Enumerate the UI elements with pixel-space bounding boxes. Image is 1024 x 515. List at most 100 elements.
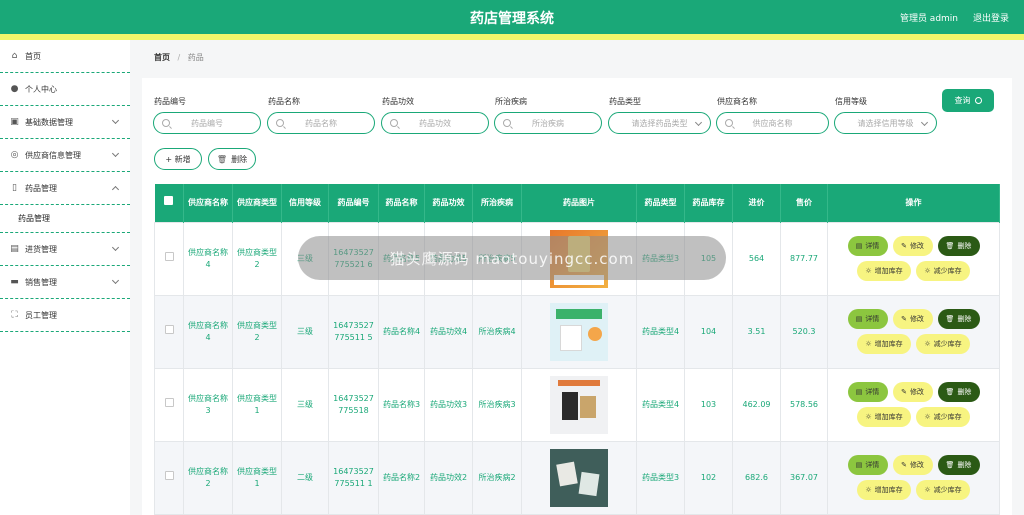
drug-image	[550, 448, 608, 507]
row-actions: ▤ 详情 ✎ 修改 🗑 删除 ☼ 增加库存 ☼ 减少库存	[844, 382, 984, 427]
detail-button[interactable]: ▤ 详情	[847, 236, 888, 256]
sidebar-item-label: 个人中心	[25, 84, 57, 94]
sidebar-item-base-data[interactable]: ▣ 基础数据管理	[0, 106, 130, 139]
add-button[interactable]: + 新增	[154, 148, 202, 170]
delete-button[interactable]: 🗑 删除	[937, 382, 980, 402]
breadcrumb-separator: /	[177, 53, 181, 62]
header-accent-strip	[0, 34, 1024, 40]
cell-supplier: 供应商名称3	[183, 367, 233, 442]
sidebar-item-home[interactable]: ⌂ 首页	[0, 40, 130, 73]
sidebar: ⌂ 首页 ● 个人中心 ▣ 基础数据管理 ◎ 供应商信息管理 ▯ 药品管理 药品…	[0, 40, 130, 515]
decrease-stock-button[interactable]: ☼ 减少库存	[916, 334, 970, 354]
detail-label: 详情	[865, 242, 880, 250]
filter-input-effect[interactable]: 药品功效	[381, 112, 489, 134]
cell-in-price: 462.09	[732, 367, 781, 442]
filter-label-supplier: 供应商名称	[717, 97, 757, 106]
cell-effect: 药品功效2	[424, 440, 473, 515]
sidebar-item-profile[interactable]: ● 个人中心	[0, 73, 130, 106]
header-cell: 药品功效	[424, 184, 473, 222]
query-button[interactable]: 查询	[942, 89, 994, 112]
sidebar-item-staff[interactable]: ⛶ 员工管理	[0, 299, 130, 332]
increase-stock-button[interactable]: ☼ 增加库存	[857, 407, 911, 427]
cell-effect: 药品功效4	[424, 294, 473, 369]
breadcrumb-home[interactable]: 首页	[154, 53, 170, 62]
home-icon: ⌂	[11, 51, 18, 61]
chevron-down-icon	[694, 118, 703, 127]
filter-select-type[interactable]: 请选择药品类型	[608, 112, 711, 134]
checkbox[interactable]	[164, 196, 174, 206]
increase-stock-button[interactable]: ☼ 增加库存	[857, 334, 911, 354]
trash-icon: 🗑	[216, 154, 228, 164]
detail-icon: ▤	[855, 242, 863, 250]
cell-out-price: 877.77	[780, 221, 828, 296]
filter-input-code[interactable]: 药品编号	[153, 112, 261, 134]
delete-button[interactable]: 🗑 删除	[937, 309, 980, 329]
sidebar-item-drug[interactable]: ▯ 药品管理	[0, 172, 130, 205]
filter-select-credit[interactable]: 请选择信用等级	[834, 112, 937, 134]
sidebar-item-supplier[interactable]: ◎ 供应商信息管理	[0, 139, 130, 172]
increase-label: 增加库存	[874, 267, 903, 275]
detail-label: 详情	[865, 388, 880, 396]
sidebar-subitem-drug-manage[interactable]: 药品管理	[0, 205, 130, 233]
cell-disease: 所治疾病4	[472, 294, 522, 369]
row-checkbox[interactable]	[164, 471, 174, 480]
row-checkbox[interactable]	[164, 252, 174, 261]
detail-button[interactable]: ▤ 详情	[847, 382, 888, 402]
filter-placeholder: 请选择药品类型	[631, 118, 688, 128]
sidebar-item-label: 进货管理	[25, 244, 57, 254]
detail-button[interactable]: ▤ 详情	[847, 309, 888, 329]
logout-link[interactable]: 退出登录	[973, 11, 1009, 24]
cell-credit: 二级	[281, 440, 329, 515]
edit-icon: ✎	[901, 242, 907, 250]
row-checkbox[interactable]	[164, 325, 174, 334]
detail-button[interactable]: ▤ 详情	[847, 455, 888, 475]
header-cell: 供应商名称	[183, 184, 233, 222]
header-select-all[interactable]	[154, 184, 184, 222]
decrease-label: 减少库存	[933, 486, 962, 494]
header-cell: 操作	[827, 184, 1000, 222]
breadcrumb-current: 药品	[187, 53, 204, 62]
sidebar-item-sales[interactable]: ▬ 销售管理	[0, 266, 130, 299]
cell-supplier: 供应商名称2	[183, 440, 233, 515]
cell-supplier: 供应商名称4	[183, 294, 233, 369]
edit-button[interactable]: ✎ 修改	[892, 309, 933, 329]
trash-icon: 🗑	[945, 315, 955, 323]
cell-disease: 所治疾病2	[472, 440, 522, 515]
cell-disease: 所治疾病3	[472, 367, 522, 442]
search-icon	[503, 119, 511, 127]
filter-input-name[interactable]: 药品名称	[267, 112, 375, 134]
delete-selected-button[interactable]: 🗑 删除	[208, 148, 256, 170]
cell-name: 药品名称2	[378, 440, 425, 515]
delete-label: 删除	[957, 388, 972, 396]
scan-icon: ⛶	[11, 310, 18, 320]
edit-button[interactable]: ✎ 修改	[892, 236, 933, 256]
sidebar-item-label: 供应商信息管理	[25, 150, 81, 160]
delete-button[interactable]: 🗑 删除	[937, 236, 980, 256]
sidebar-item-purchase[interactable]: ▤ 进货管理	[0, 233, 130, 266]
cell-credit: 三级	[281, 294, 329, 369]
increase-label: 增加库存	[874, 413, 903, 421]
filter-input-disease[interactable]: 所治疾病	[494, 112, 602, 134]
trash-icon: 🗑	[945, 242, 955, 250]
search-icon	[390, 119, 398, 127]
increase-stock-button[interactable]: ☼ 增加库存	[857, 480, 911, 500]
filter-input-supplier[interactable]: 供应商名称	[716, 112, 829, 134]
delete-button[interactable]: 🗑 删除	[937, 455, 980, 475]
decrease-stock-button[interactable]: ☼ 减少库存	[916, 480, 970, 500]
decrease-stock-button[interactable]: ☼ 减少库存	[916, 261, 970, 281]
breadcrumb: 首页 / 药品	[154, 52, 204, 63]
decrease-stock-button[interactable]: ☼ 减少库存	[916, 407, 970, 427]
increase-stock-button[interactable]: ☼ 增加库存	[857, 261, 911, 281]
edit-button[interactable]: ✎ 修改	[892, 455, 933, 475]
chevron-down-icon	[111, 243, 120, 252]
trash-icon: 🗑	[945, 461, 955, 469]
cell-code: 16473527775511 1	[328, 440, 379, 515]
chevron-up-icon	[111, 185, 120, 194]
edit-button[interactable]: ✎ 修改	[892, 382, 933, 402]
edit-icon: ✎	[901, 388, 907, 396]
filter-placeholder: 药品名称	[305, 118, 337, 128]
chat-icon: ▬	[10, 277, 19, 287]
search-icon	[162, 119, 170, 127]
row-checkbox[interactable]	[164, 398, 174, 407]
delete-label: 删除	[957, 461, 972, 469]
